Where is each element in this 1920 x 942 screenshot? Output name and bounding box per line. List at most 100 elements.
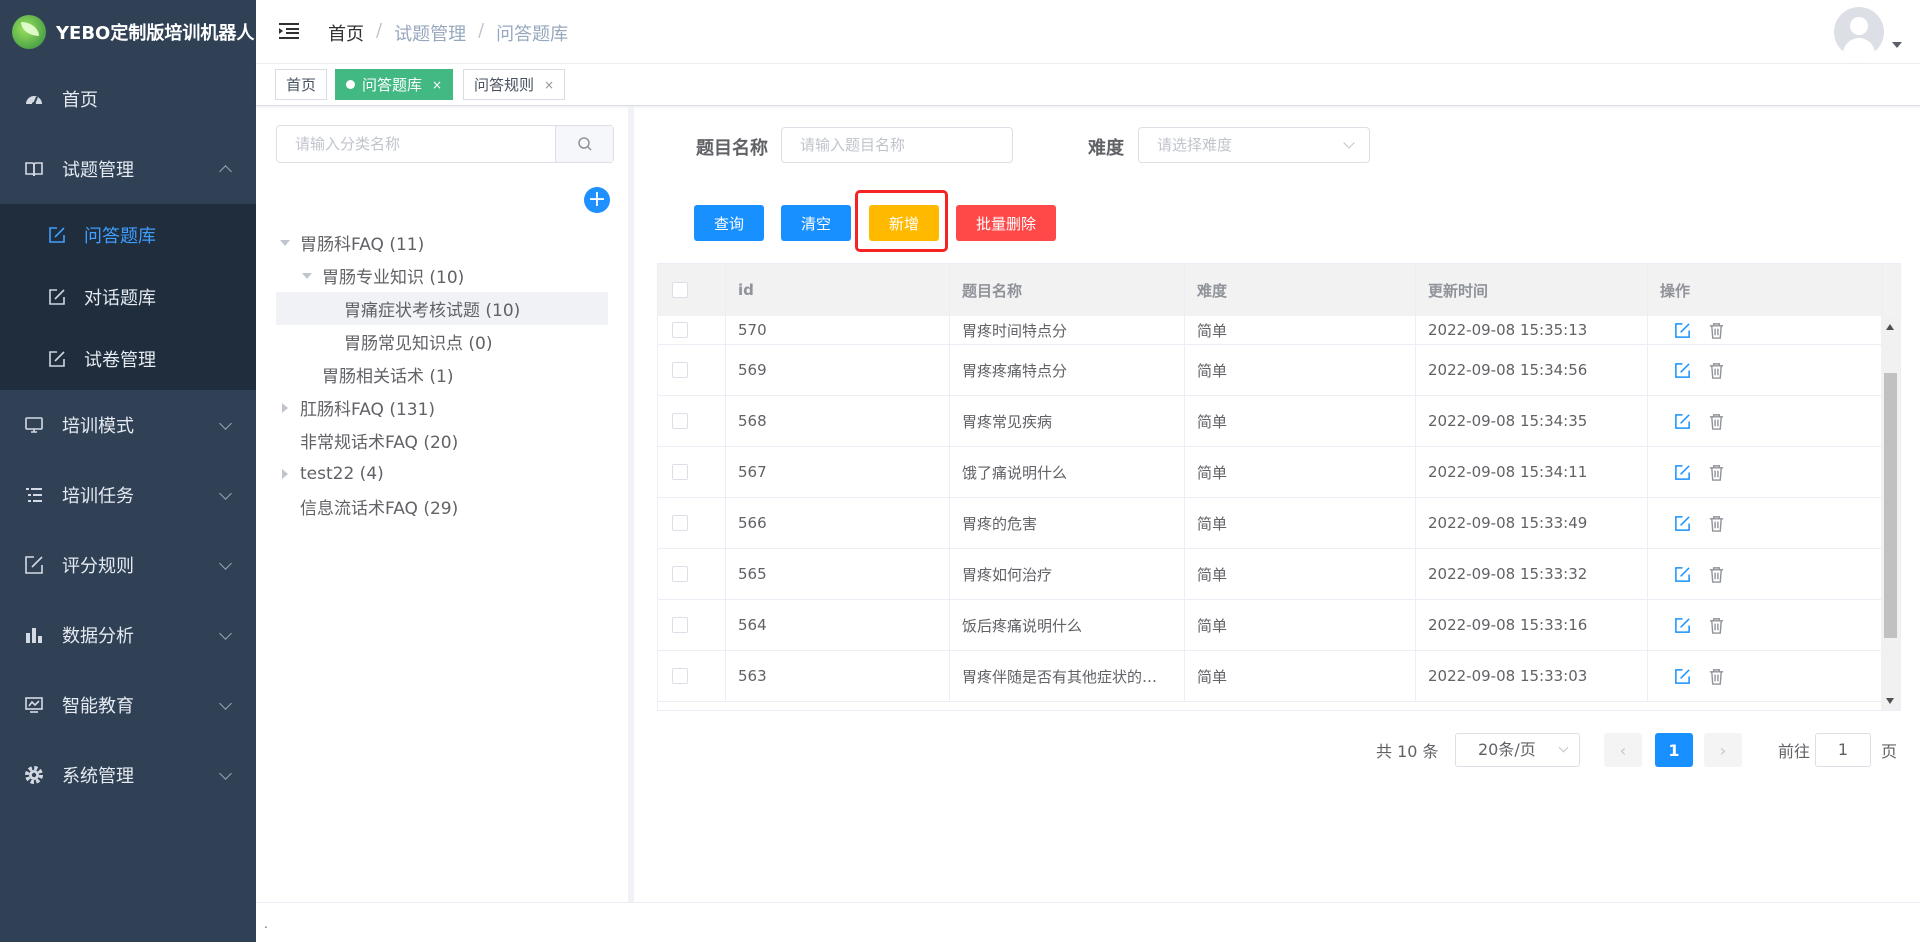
sidebar-item-label: 试卷管理 <box>84 350 156 371</box>
tree-node[interactable]: 胃肠常见知识点 (0) <box>276 325 608 358</box>
question-name-input[interactable]: 请输入题目名称 <box>781 127 1013 163</box>
scroll-down-arrow-icon[interactable] <box>1886 698 1894 704</box>
sidebar-item-qa-bank[interactable]: 问答题库 <box>0 204 256 266</box>
difficulty-select[interactable]: 请选择难度 <box>1138 127 1370 163</box>
page-number-current[interactable]: 1 <box>1655 733 1693 767</box>
tree-node[interactable]: test22 (4) <box>276 457 608 490</box>
close-icon[interactable]: × <box>544 78 554 92</box>
tag-home[interactable]: 首页 <box>275 69 328 100</box>
cell-actions <box>1648 600 1883 650</box>
edit-icon[interactable] <box>1672 666 1692 686</box>
avatar[interactable] <box>1834 7 1884 57</box>
tag-qa-bank[interactable]: 问答题库 × <box>335 69 454 100</box>
scroll-up-arrow-icon[interactable] <box>1886 324 1894 330</box>
sidebar-item-training-mode[interactable]: 培训模式 <box>0 390 256 460</box>
page-size-select[interactable]: 20条/页 <box>1455 733 1580 767</box>
trash-icon[interactable] <box>1706 513 1726 533</box>
tree-node[interactable]: 胃肠专业知识 (10) <box>276 259 608 292</box>
caret-right-icon[interactable] <box>276 465 294 483</box>
sidebar-toggle-icon[interactable] <box>278 20 300 42</box>
sidebar-item-data-analysis[interactable]: 数据分析 <box>0 600 256 670</box>
tree-node[interactable]: 非常规话术FAQ (20) <box>276 424 608 457</box>
cell-name: 胃疼时间特点分 <box>950 316 1185 344</box>
sidebar: YEBO定制版培训机器人 首页 试题管理 问答题库 对话题库 试卷管理 培训模式… <box>0 0 256 942</box>
goto-label: 前往 <box>1778 742 1811 761</box>
category-search-input[interactable] <box>277 126 555 162</box>
breadcrumb-current: 问答题库 <box>496 24 569 45</box>
tree-node[interactable]: 胃肠科FAQ (11) <box>276 226 608 259</box>
sidebar-item-system-management[interactable]: 系统管理 <box>0 740 256 810</box>
cell-difficulty: 简单 <box>1185 396 1416 446</box>
row-checkbox-cell <box>658 651 726 701</box>
next-page-button[interactable]: › <box>1704 733 1742 767</box>
cell-difficulty: 简单 <box>1185 498 1416 548</box>
tree-node-label: 胃肠专业知识 (10) <box>322 268 465 288</box>
edit-icon[interactable] <box>1672 320 1692 340</box>
trash-icon[interactable] <box>1706 360 1726 380</box>
row-checkbox[interactable] <box>672 566 688 582</box>
row-checkbox[interactable] <box>672 322 688 338</box>
table-row: 564 饭后疼痛说明什么 简单 2022-09-08 15:33:16 <box>658 600 1883 651</box>
tree-node-label: 非常规话术FAQ (20) <box>300 433 459 453</box>
sidebar-item-scoring-rules[interactable]: 评分规则 <box>0 530 256 600</box>
sidebar-item-dialog-bank[interactable]: 对话题库 <box>0 266 256 328</box>
tag-label: 首页 <box>286 76 317 94</box>
scrollbar-thumb[interactable] <box>1884 373 1897 638</box>
edit-icon[interactable] <box>1672 564 1692 584</box>
sidebar-item-home[interactable]: 首页 <box>0 64 256 134</box>
edit-icon[interactable] <box>1672 615 1692 635</box>
row-checkbox-cell <box>658 396 726 446</box>
trash-icon[interactable] <box>1706 462 1726 482</box>
row-checkbox[interactable] <box>672 617 688 633</box>
select-all-checkbox[interactable] <box>672 282 688 298</box>
row-checkbox[interactable] <box>672 413 688 429</box>
sidebar-item-question-management[interactable]: 试题管理 <box>0 134 256 204</box>
breadcrumb-home[interactable]: 首页 <box>328 20 364 46</box>
clear-button[interactable]: 清空 <box>781 205 851 241</box>
tag-qa-rules[interactable]: 问答规则 × <box>463 69 566 100</box>
search-icon <box>577 137 592 151</box>
caret-down-icon[interactable] <box>298 267 316 285</box>
search-button[interactable] <box>555 126 613 162</box>
trash-icon[interactable] <box>1706 320 1726 340</box>
caret-right-icon[interactable] <box>276 399 294 417</box>
cell-id: 570 <box>726 316 950 344</box>
trash-icon[interactable] <box>1706 564 1726 584</box>
sidebar-item-training-task[interactable]: 培训任务 <box>0 460 256 530</box>
edit-icon[interactable] <box>1672 360 1692 380</box>
cell-name: 胃疼疼痛特点分 <box>950 345 1185 395</box>
goto-page-input[interactable]: 1 <box>1815 733 1871 767</box>
row-checkbox[interactable] <box>672 464 688 480</box>
sidebar-item-smart-education[interactable]: 智能教育 <box>0 670 256 740</box>
tree-node[interactable]: 胃肠相关话术 (1) <box>276 358 608 391</box>
table-scrollbar[interactable] <box>1881 316 1900 710</box>
caret-down-icon[interactable] <box>276 234 294 252</box>
row-checkbox[interactable] <box>672 515 688 531</box>
caret-down-icon[interactable] <box>1892 42 1902 48</box>
edit-icon[interactable] <box>1672 513 1692 533</box>
tree-node[interactable]: 信息流话术FAQ (29) <box>276 490 608 523</box>
trash-icon[interactable] <box>1706 615 1726 635</box>
chevron-down-icon <box>219 697 232 710</box>
prev-page-button[interactable]: ‹ <box>1604 733 1642 767</box>
app-root: YEBO定制版培训机器人 首页 试题管理 问答题库 对话题库 试卷管理 培训模式… <box>0 0 1920 942</box>
trash-icon[interactable] <box>1706 666 1726 686</box>
row-checkbox[interactable] <box>672 668 688 684</box>
breadcrumb-question-management: 试题管理 <box>394 24 467 45</box>
batch-delete-button[interactable]: 批量删除 <box>956 205 1056 241</box>
edit-icon[interactable] <box>1672 411 1692 431</box>
chevron-down-icon <box>219 487 232 500</box>
query-button[interactable]: 查询 <box>694 205 764 241</box>
tree-node-selected[interactable]: 胃痛症状考核试题 (10) <box>276 292 608 325</box>
trash-icon[interactable] <box>1706 411 1726 431</box>
tree-node[interactable]: 肛肠科FAQ (131) <box>276 391 608 424</box>
logo[interactable]: YEBO定制版培训机器人 <box>0 0 256 64</box>
row-checkbox[interactable] <box>672 362 688 378</box>
sidebar-item-exam-management[interactable]: 试卷管理 <box>0 328 256 390</box>
add-category-button[interactable]: + <box>584 187 610 213</box>
cell-updated: 2022-09-08 15:34:11 <box>1416 447 1648 497</box>
edit-icon[interactable] <box>1672 462 1692 482</box>
close-icon[interactable]: × <box>432 78 442 92</box>
